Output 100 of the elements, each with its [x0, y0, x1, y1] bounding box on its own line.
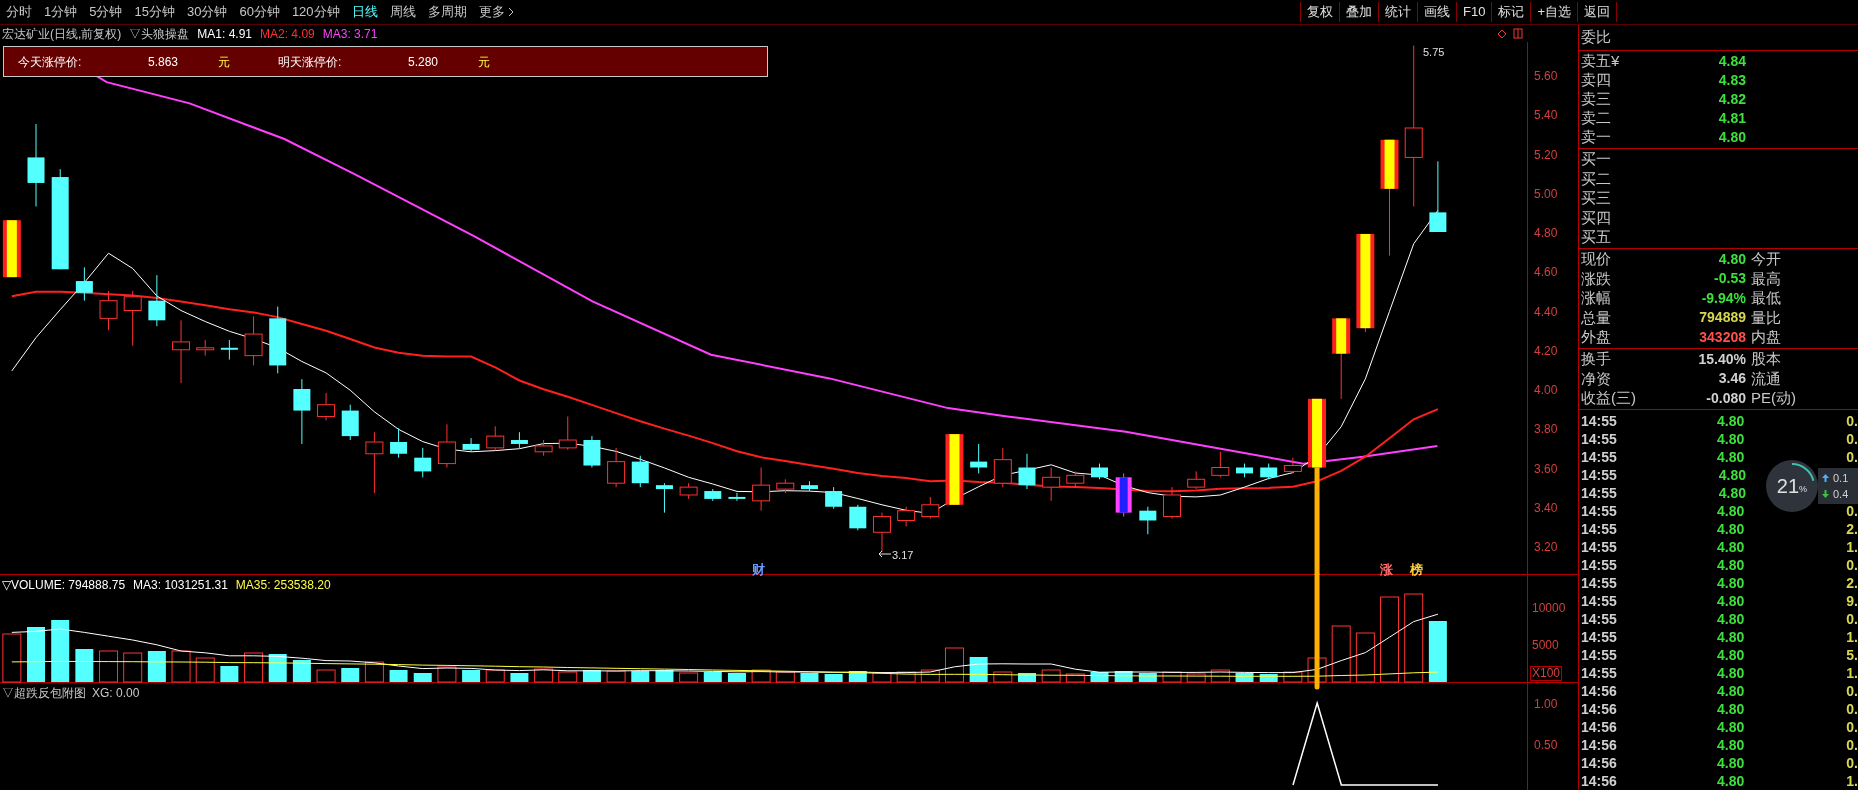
square-icon[interactable]	[1513, 28, 1523, 39]
rising-candle	[993, 447, 1012, 488]
toolbar-button[interactable]: 标记	[1491, 2, 1531, 22]
falling-candle	[148, 274, 166, 327]
more-menu-button[interactable]: 更多	[478, 2, 514, 22]
falling-candle	[631, 455, 649, 488]
speed-widget-dial[interactable]: 21%	[1766, 460, 1818, 512]
limit-price-label: 今天涨停价:	[18, 53, 83, 71]
period-tab[interactable]: 日线	[351, 2, 378, 22]
tick-volume: 0.	[1846, 753, 1858, 773]
tick-volume: 0.	[1846, 501, 1858, 521]
period-tab[interactable]: 60分钟	[239, 2, 280, 22]
stat-label: 最低	[1751, 288, 1781, 309]
rising-candle	[921, 496, 940, 519]
tick-volume: 0.	[1846, 717, 1858, 737]
rising-candle	[607, 447, 626, 488]
stat-label: PE(动)	[1751, 388, 1796, 409]
tick-volume: 2.	[1846, 519, 1858, 539]
usage-percent: 21	[1776, 476, 1800, 496]
tick-price: 4.80	[1717, 465, 1746, 485]
tick-time: 14:56	[1581, 735, 1618, 755]
event-marker[interactable]: 涨	[1380, 560, 1393, 580]
rising-candle	[776, 478, 795, 494]
toolbar-button[interactable]: +自选	[1530, 2, 1577, 22]
moving-average-value: MA3: 3.71	[322, 25, 378, 43]
tick-time: 14:56	[1581, 771, 1618, 790]
falling-candle	[1091, 463, 1108, 480]
tick-volume: 1.	[1846, 771, 1858, 790]
period-tab[interactable]: 30分钟	[186, 2, 228, 22]
stat-value: -9.94%	[1700, 288, 1746, 308]
tick-price: 4.80	[1716, 447, 1745, 467]
rising-candle	[99, 290, 118, 331]
tick-volume: 0.	[1846, 411, 1858, 431]
bid-label: 买二	[1581, 168, 1611, 189]
tick-volume: 0.	[1846, 429, 1858, 449]
stat-label: 内盘	[1751, 326, 1781, 347]
sub-chart-value: XG: 0.00	[92, 685, 140, 702]
stat-label: 量比	[1751, 307, 1781, 328]
signal-candle	[1115, 472, 1132, 518]
rising-candle	[558, 416, 577, 451]
speed-widget-panel[interactable]: 0.1 0.4	[1818, 468, 1858, 504]
period-tab[interactable]: 周线	[389, 2, 416, 22]
tick-time: 14:55	[1581, 447, 1618, 467]
toolbar-button[interactable]: F10	[1456, 2, 1492, 22]
tick-price: 4.80	[1716, 501, 1745, 521]
tick-price: 4.80	[1716, 627, 1745, 647]
tick-time: 14:55	[1581, 627, 1618, 647]
tick-price: 4.80	[1716, 429, 1745, 449]
tick-time: 14:55	[1581, 411, 1618, 431]
ask-price: 4.81	[1717, 108, 1746, 128]
falling-candle	[390, 427, 408, 459]
volume-axis-label: 10000	[1532, 600, 1566, 617]
event-marker[interactable]: 榜	[1410, 560, 1423, 580]
stat-label: 总量	[1581, 307, 1612, 328]
event-marker[interactable]: 财	[752, 560, 765, 580]
stat-value: 4.80	[1717, 250, 1746, 270]
rising-candle	[1163, 486, 1181, 519]
upload-speed: 0.1	[1833, 470, 1849, 486]
limit-price-label: 明天涨停价:	[278, 53, 343, 71]
chevron-right-icon	[507, 7, 514, 17]
price-axis-label: 5.20	[1534, 146, 1558, 164]
period-tab[interactable]: 1分钟	[44, 2, 78, 22]
rising-candle	[244, 315, 263, 366]
rising-candle	[437, 423, 456, 468]
period-tab[interactable]: 多周期	[427, 2, 467, 22]
tick-time: 14:55	[1581, 591, 1618, 611]
ask-price: 4.80	[1717, 127, 1746, 147]
stat-label: 涨跌	[1581, 268, 1612, 289]
toolbar-button[interactable]: 复权	[1300, 2, 1339, 22]
tick-volume: 1.	[1846, 663, 1858, 683]
period-tab[interactable]: 15分钟	[134, 2, 175, 22]
toolbar-button[interactable]: 叠加	[1339, 2, 1378, 22]
period-tab[interactable]: 120分钟	[291, 2, 340, 22]
stat-label: 收益(三)	[1581, 388, 1637, 409]
falling-candle	[341, 404, 359, 441]
toolbar-button[interactable]: 画线	[1417, 2, 1456, 22]
tick-price: 4.80	[1717, 483, 1746, 503]
period-tab[interactable]: 分时	[6, 2, 32, 22]
period-tab[interactable]: 5分钟	[89, 2, 123, 22]
moving-average-value: MA2: 4.09	[260, 25, 315, 43]
toolbar-button[interactable]: 统计	[1378, 2, 1417, 22]
tick-volume: 0.	[1846, 609, 1858, 629]
stat-label: 流通	[1751, 368, 1781, 389]
falling-candle	[269, 306, 287, 374]
rising-candle	[1187, 470, 1206, 490]
tick-volume: 0.	[1846, 447, 1858, 467]
falling-candle	[1139, 506, 1157, 535]
ask-label: 卖二	[1581, 108, 1612, 129]
rising-candle	[365, 431, 384, 494]
stat-label: 最高	[1751, 268, 1781, 289]
price-axis-label: 5.60	[1534, 68, 1558, 85]
rising-candle	[872, 512, 891, 553]
rising-candle	[897, 506, 916, 527]
tick-time: 14:55	[1581, 429, 1618, 449]
unit-label: 元	[218, 53, 230, 71]
rising-candle	[123, 290, 142, 347]
high-price-label: 5.75	[1423, 45, 1445, 60]
toolbar-button[interactable]: 返回	[1577, 2, 1617, 22]
price-axis-label: 4.40	[1534, 303, 1558, 321]
diamond-icon[interactable]	[1497, 28, 1507, 39]
